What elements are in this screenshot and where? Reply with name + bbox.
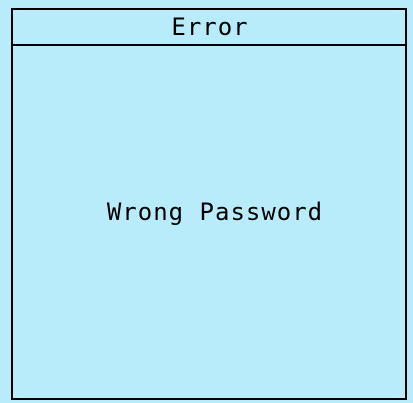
dialog-title: Error: [171, 13, 249, 41]
error-message: Wrong Password: [106, 198, 324, 226]
error-dialog: Error Wrong Password: [11, 8, 407, 400]
dialog-title-bar: Error: [13, 10, 405, 46]
screen: Error Wrong Password: [0, 0, 413, 403]
